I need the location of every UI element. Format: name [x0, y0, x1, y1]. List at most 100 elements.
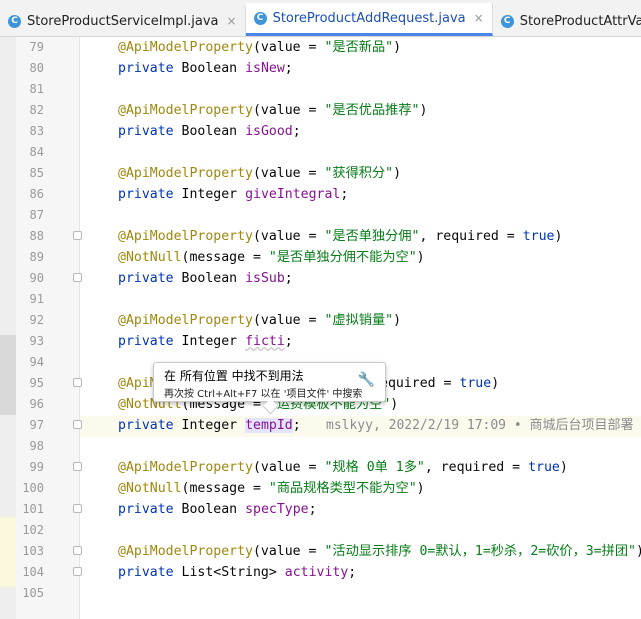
code-line: 79 @ApiModelProperty(value = "是否新品") [0, 37, 641, 58]
fold-marker-icon[interactable] [73, 567, 82, 576]
code-token: "是否单独分佣不能为空" [268, 250, 417, 265]
code-line: 80 private Boolean isNew; [0, 58, 641, 79]
code-token: ficti [245, 334, 285, 349]
code-line: 91 [0, 289, 641, 310]
editor-tab[interactable]: C StoreProductAddRequest.java × [245, 3, 493, 36]
code-line: 85 @ApiModelProperty(value = "获得积分") [0, 163, 641, 184]
code-token: giveIntegral [245, 187, 341, 202]
code-line: 89 @NotNull(message = "是否单独分佣不能为空") [0, 247, 641, 268]
code-token: @ApiM [118, 376, 158, 391]
code-line: 92 @ApiModelProperty(value = "虚拟销量") [0, 310, 641, 331]
code-token: ) [416, 481, 425, 496]
code-token: private [118, 61, 182, 76]
line-number: 99 [29, 460, 44, 474]
code-token: @ApiModelProperty [118, 229, 253, 244]
java-class-icon: C [8, 14, 21, 28]
code-token: private [118, 334, 182, 349]
code-token: (value = [252, 103, 325, 118]
code-token: ) [393, 313, 402, 328]
code-token: (value = [252, 166, 325, 181]
code-token: ) [393, 40, 402, 55]
git-blame-annotation: mslkyy, 2022/2/19 17:09 • 商城后台项目部署 [326, 418, 634, 433]
code-token: Integer [181, 418, 246, 433]
code-token: Boolean [181, 124, 246, 139]
code-token: ) [491, 376, 500, 391]
java-class-icon: C [500, 14, 514, 28]
code-text: private Integer giveIntegral; [118, 184, 348, 205]
code-token: ; [340, 187, 349, 202]
line-number: 96 [29, 397, 44, 411]
fold-marker-icon[interactable] [73, 504, 82, 513]
code-token: @ApiModelProperty [118, 166, 253, 181]
code-token: "是否新品" [324, 40, 394, 55]
code-line: 83 private Boolean isGood; [0, 121, 641, 142]
close-icon[interactable]: × [227, 14, 237, 28]
code-token: List<String> [181, 565, 285, 580]
code-token: (value = [252, 313, 325, 328]
code-token: ) [636, 544, 641, 559]
editor-tab[interactable]: C StoreProductAttrValueAdd [493, 6, 641, 36]
code-token: isNew [245, 61, 285, 76]
code-token: activity [284, 565, 349, 580]
line-number: 97 [29, 418, 44, 432]
code-text: private Integer tempId; [118, 415, 301, 436]
code-text: @ApiModelProperty(value = "获得积分") [118, 163, 401, 184]
line-number: 79 [29, 40, 44, 54]
tab-label: StoreProductAddRequest.java [272, 10, 466, 26]
code-token: Boolean [181, 271, 246, 286]
code-token: Boolean [181, 61, 246, 76]
code-token: isGood [245, 124, 293, 139]
editor-tab-bar: C StoreProductServiceImpl.java × C StoreProd… [0, 0, 641, 37]
code-token: private [118, 418, 182, 433]
line-number: 101 [22, 502, 44, 516]
close-icon[interactable]: × [474, 11, 484, 25]
fold-marker-icon[interactable] [73, 420, 82, 429]
code-editor[interactable]: 79 @ApiModelProperty(value = "是否新品") 80 pri… [0, 37, 641, 604]
code-text: @ApiModelProperty(value = "是否新品") [118, 37, 401, 58]
code-token: isSub [245, 271, 285, 286]
code-token: true [528, 460, 560, 475]
code-token: @NotNull [118, 481, 182, 496]
code-line: 90 private Boolean isSub; [0, 268, 641, 289]
code-token: ; [292, 124, 301, 139]
code-token: "获得积分" [324, 166, 394, 181]
tab-label: StoreProductAttrValueAdd [519, 13, 641, 29]
line-number: 105 [22, 586, 44, 600]
java-class-icon: C [253, 11, 267, 25]
editor-tab[interactable]: C StoreProductServiceImpl.java × [0, 6, 246, 36]
code-token: ; [284, 271, 293, 286]
code-token: , required = [424, 460, 529, 475]
code-token: tempId [245, 418, 293, 433]
code-token: @ApiModelProperty [118, 40, 253, 55]
code-token: @ApiModelProperty [118, 544, 253, 559]
code-token: (value = [252, 229, 325, 244]
fold-marker-icon[interactable] [73, 273, 82, 282]
code-text: @ApiModelProperty(value = "是否单独分佣", requ… [118, 226, 562, 247]
line-number: 92 [29, 313, 44, 327]
code-line: 98 [0, 436, 641, 457]
code-token: true [459, 376, 492, 391]
code-line: 105 [0, 583, 641, 604]
code-token: "虚拟销量" [324, 313, 394, 328]
code-text: private Boolean specType; [118, 499, 317, 520]
line-number: 98 [29, 439, 44, 453]
tooltip-title: 在 所有位置 中找不到用法 [164, 369, 304, 383]
fold-marker-icon[interactable] [73, 462, 82, 471]
code-line: 88 @ApiModelProperty(value = "是否单独分佣", re… [0, 226, 641, 247]
line-number: 95 [29, 376, 44, 390]
code-text: @NotNull(message = "商品规格类型不能为空") [118, 478, 425, 499]
code-line: 84 [0, 142, 641, 163]
fold-marker-icon[interactable] [73, 378, 82, 387]
code-token: @ApiModelProperty [118, 103, 253, 118]
code-token: ; [308, 502, 317, 517]
code-text: private Integer ficti; [118, 331, 293, 352]
code-token: "商品规格类型不能为空" [268, 481, 417, 496]
fold-marker-icon[interactable] [73, 546, 82, 555]
code-token: Integer [181, 187, 246, 202]
wrench-icon[interactable]: 🔧 [358, 372, 375, 388]
code-token: @NotNull [118, 250, 182, 265]
line-number: 83 [29, 124, 44, 138]
code-token: (message = [181, 481, 269, 496]
code-token: "是否优品推荐" [324, 103, 420, 118]
fold-marker-icon[interactable] [73, 231, 82, 240]
